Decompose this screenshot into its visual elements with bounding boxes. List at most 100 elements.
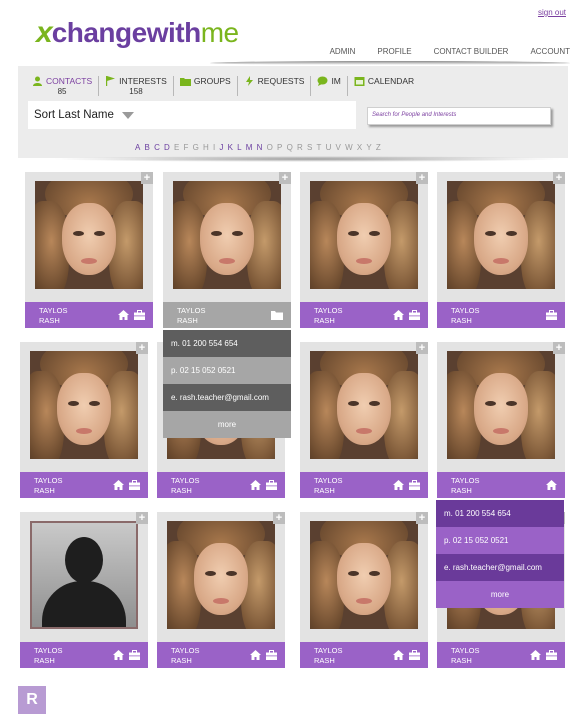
avatar-placeholder[interactable] (30, 521, 138, 629)
letter-o[interactable]: O (267, 143, 273, 152)
briefcase-icon[interactable] (546, 310, 557, 323)
sort-dropdown[interactable]: Sort Last Name (28, 101, 356, 129)
contact-card[interactable]: + TAYLOSRASH (300, 342, 428, 498)
home-icon[interactable] (530, 650, 541, 663)
contact-photo[interactable] (447, 351, 555, 459)
tab-interests[interactable]: INTERESTS 158 (98, 76, 173, 96)
contact-card[interactable]: + TAYLOSRASH (163, 172, 291, 328)
email-address[interactable]: e. rash.teacher@gmail.com (163, 384, 291, 411)
letter-x[interactable]: X (357, 143, 362, 152)
contact-photo[interactable] (30, 351, 138, 459)
nav-admin[interactable]: ADMIN (330, 47, 356, 56)
contact-photo[interactable] (310, 351, 418, 459)
letter-c[interactable]: C (154, 143, 160, 152)
letter-g[interactable]: G (193, 143, 199, 152)
add-contact-button[interactable]: + (416, 172, 428, 184)
add-contact-button[interactable]: + (136, 342, 148, 354)
home-icon[interactable] (250, 480, 261, 493)
letter-w[interactable]: W (345, 143, 353, 152)
letter-d[interactable]: D (164, 143, 170, 152)
contact-name-bar[interactable]: TAYLOS RASH (20, 642, 148, 668)
nav-contact-builder[interactable]: CONTACT BUILDER (434, 47, 509, 56)
contact-name-bar[interactable]: TAYLOS RASH (157, 642, 285, 668)
letter-s[interactable]: S (307, 143, 312, 152)
nav-account[interactable]: ACCOUNT (530, 47, 570, 56)
home-icon[interactable] (393, 480, 404, 493)
contact-photo[interactable] (447, 181, 555, 289)
add-contact-button[interactable]: + (279, 172, 291, 184)
add-contact-button[interactable]: + (141, 172, 153, 184)
contact-card[interactable]: + TAYLOSRASH (300, 512, 428, 668)
more-button[interactable]: more (436, 581, 564, 608)
add-contact-button[interactable]: + (553, 342, 565, 354)
briefcase-icon[interactable] (546, 650, 557, 663)
letter-i[interactable]: I (213, 143, 215, 152)
letter-m[interactable]: M (246, 143, 253, 152)
letter-t[interactable]: T (316, 143, 321, 152)
contact-card[interactable]: + TAYLOSRASH (437, 342, 565, 498)
tab-contacts[interactable]: CONTACTS 85 (32, 76, 98, 96)
letter-l[interactable]: L (237, 143, 241, 152)
letter-j[interactable]: J (219, 143, 223, 152)
home-icon[interactable] (118, 310, 129, 323)
briefcase-icon[interactable] (409, 650, 420, 663)
contact-photo[interactable] (310, 521, 418, 629)
briefcase-icon[interactable] (409, 310, 420, 323)
tab-im[interactable]: IM (310, 76, 346, 96)
contact-photo[interactable] (167, 521, 275, 629)
letter-k[interactable]: K (228, 143, 233, 152)
email-address[interactable]: e. rash.teacher@gmail.com (436, 554, 564, 581)
briefcase-icon[interactable] (266, 650, 277, 663)
letter-b[interactable]: B (145, 143, 150, 152)
briefcase-icon[interactable] (129, 480, 140, 493)
contact-name-bar[interactable]: TAYLOS RASH (437, 302, 565, 328)
contact-photo[interactable] (35, 181, 143, 289)
contact-photo[interactable] (173, 181, 281, 289)
add-contact-button[interactable]: + (136, 512, 148, 524)
home-icon[interactable] (250, 650, 261, 663)
add-contact-button[interactable]: + (416, 512, 428, 524)
briefcase-icon[interactable] (134, 310, 145, 323)
letter-v[interactable]: V (336, 143, 341, 152)
briefcase-icon[interactable] (409, 480, 420, 493)
home-icon[interactable] (546, 480, 557, 493)
add-contact-button[interactable]: + (416, 342, 428, 354)
mobile-number[interactable]: m. 01 200 554 654 (163, 330, 291, 357)
phone-number[interactable]: p. 02 15 052 0521 (163, 357, 291, 384)
home-icon[interactable] (113, 480, 124, 493)
letter-z[interactable]: Z (376, 143, 381, 152)
contact-card[interactable]: + TAYLOSRASH (437, 172, 565, 328)
letter-u[interactable]: U (326, 143, 332, 152)
contact-photo[interactable] (310, 181, 418, 289)
letter-r[interactable]: R (297, 143, 303, 152)
home-icon[interactable] (393, 650, 404, 663)
contact-name-bar[interactable]: TAYLOS RASH (437, 642, 565, 668)
home-icon[interactable] (113, 650, 124, 663)
briefcase-icon[interactable] (129, 650, 140, 663)
contact-card[interactable]: + TAYLOSRASH (300, 172, 428, 328)
add-contact-button[interactable]: + (273, 512, 285, 524)
letter-h[interactable]: H (203, 143, 209, 152)
tab-requests[interactable]: REQUESTS (236, 76, 311, 96)
contact-name-bar[interactable]: TAYLOS RASH (157, 472, 285, 498)
letter-f[interactable]: F (184, 143, 189, 152)
contact-name-bar[interactable]: TAYLOS RASH (20, 472, 148, 498)
briefcase-icon[interactable] (266, 480, 277, 493)
phone-number[interactable]: p. 02 15 052 0521 (436, 527, 564, 554)
tab-calendar[interactable]: CALENDAR (346, 76, 420, 96)
letter-p[interactable]: P (277, 143, 282, 152)
letter-q[interactable]: Q (287, 143, 293, 152)
mobile-number[interactable]: m. 01 200 554 654 (436, 500, 564, 527)
contact-name-bar[interactable]: TAYLOS RASH (300, 472, 428, 498)
contact-card[interactable]: + TAYLOSRASH (20, 512, 148, 668)
logo[interactable]: x changewith me (36, 16, 239, 50)
tab-groups[interactable]: GROUPS (172, 76, 237, 96)
letter-n[interactable]: N (257, 143, 263, 152)
r-badge[interactable]: R (18, 686, 46, 714)
letter-e[interactable]: E (174, 143, 179, 152)
more-button[interactable]: more (163, 411, 291, 438)
contact-name-bar[interactable]: TAYLOS RASH (163, 302, 291, 328)
contact-card[interactable]: + TAYLOSRASH (25, 172, 153, 328)
letter-y[interactable]: Y (366, 143, 371, 152)
contact-name-bar[interactable]: TAYLOS RASH (300, 642, 428, 668)
